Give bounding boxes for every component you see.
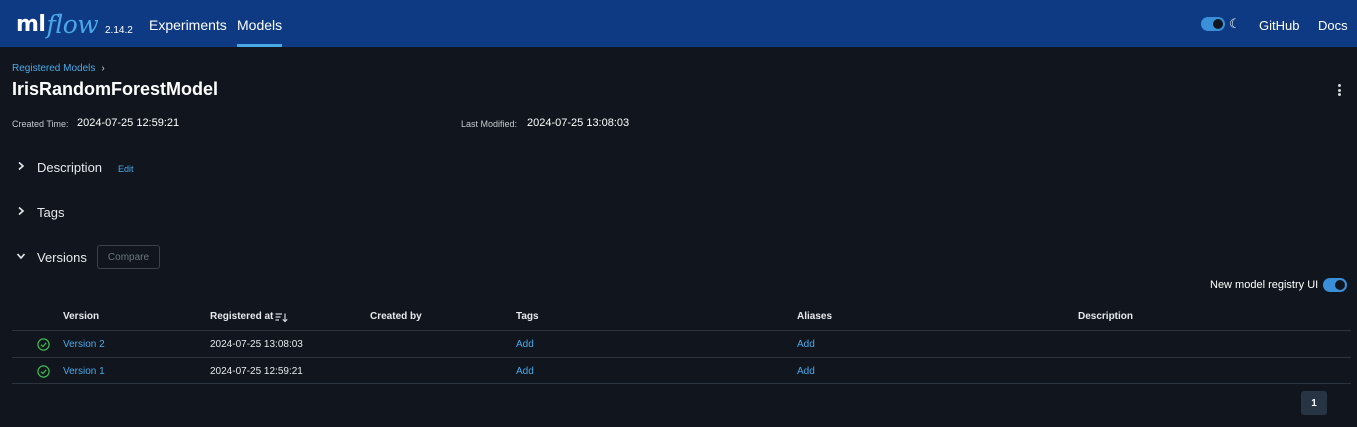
description-section-title[interactable]: Description — [37, 160, 102, 175]
column-header-tags: Tags — [516, 311, 539, 322]
add-tag-link[interactable]: Add — [516, 339, 534, 350]
chevron-down-icon[interactable] — [15, 250, 27, 264]
registered-at-cell: 2024-07-25 12:59:21 — [210, 366, 303, 377]
column-header-aliases: Aliases — [797, 311, 833, 322]
nav-models[interactable]: Models — [237, 17, 283, 47]
last-modified-value: 2024-07-25 13:08:03 — [527, 117, 630, 129]
mlflow-logo[interactable]: ml flow — [16, 4, 99, 40]
ready-status-icon — [37, 365, 50, 378]
add-alias-link[interactable]: Add — [797, 339, 815, 350]
registered-at-cell: 2024-07-25 13:08:03 — [210, 339, 303, 350]
toggle-knob — [1335, 280, 1345, 290]
created-time-value: 2024-07-25 12:59:21 — [77, 117, 180, 129]
compare-button[interactable]: Compare — [97, 245, 160, 269]
page-title: IrisRandomForestModel — [12, 79, 219, 99]
toggle-knob — [1213, 19, 1223, 29]
add-alias-link[interactable]: Add — [797, 366, 815, 377]
more-options-icon[interactable] — [1332, 82, 1346, 98]
dark-mode-toggle[interactable] — [1201, 17, 1225, 31]
last-modified-label: Last Modified: — [461, 119, 518, 129]
github-link[interactable]: GitHub — [1259, 18, 1299, 33]
version-link[interactable]: Version 1 — [63, 366, 105, 377]
version-link[interactable]: Version 2 — [63, 339, 105, 350]
logo-ml-text: ml — [16, 12, 46, 37]
docs-link[interactable]: Docs — [1318, 18, 1348, 33]
breadcrumb-separator: › — [101, 63, 105, 74]
ready-status-icon — [37, 338, 50, 351]
add-tag-link[interactable]: Add — [516, 366, 534, 377]
tags-section-title[interactable]: Tags — [37, 205, 64, 220]
nav-experiments[interactable]: Experiments — [149, 17, 227, 33]
chevron-right-icon[interactable] — [15, 205, 27, 219]
sort-icon[interactable] — [275, 310, 288, 328]
table-divider — [12, 330, 1351, 331]
column-header-description: Description — [1078, 311, 1134, 322]
pagination-page-1[interactable]: 1 — [1301, 391, 1327, 415]
column-header-created-by: Created by — [370, 311, 422, 322]
breadcrumb: Registered Models › — [12, 63, 105, 74]
table-divider — [12, 357, 1351, 358]
edit-description-link[interactable]: Edit — [118, 164, 134, 174]
created-time-label: Created Time: — [12, 119, 69, 129]
new-registry-ui-label: New model registry UI — [1210, 279, 1319, 291]
new-registry-ui-toggle[interactable] — [1323, 278, 1347, 292]
table-divider — [12, 383, 1351, 384]
moon-icon: ☾ — [1229, 16, 1241, 31]
column-header-version: Version — [63, 311, 100, 322]
top-navigation-bar: ml flow 2.14.2 Experiments Models ☾ GitH… — [0, 0, 1357, 47]
chevron-right-icon[interactable] — [15, 160, 27, 174]
column-header-registered-at[interactable]: Registered at — [210, 311, 273, 322]
breadcrumb-registered-models[interactable]: Registered Models — [12, 63, 95, 74]
logo-flow-text: flow — [46, 10, 99, 39]
versions-section-title[interactable]: Versions — [37, 250, 87, 265]
app-version: 2.14.2 — [105, 25, 133, 36]
